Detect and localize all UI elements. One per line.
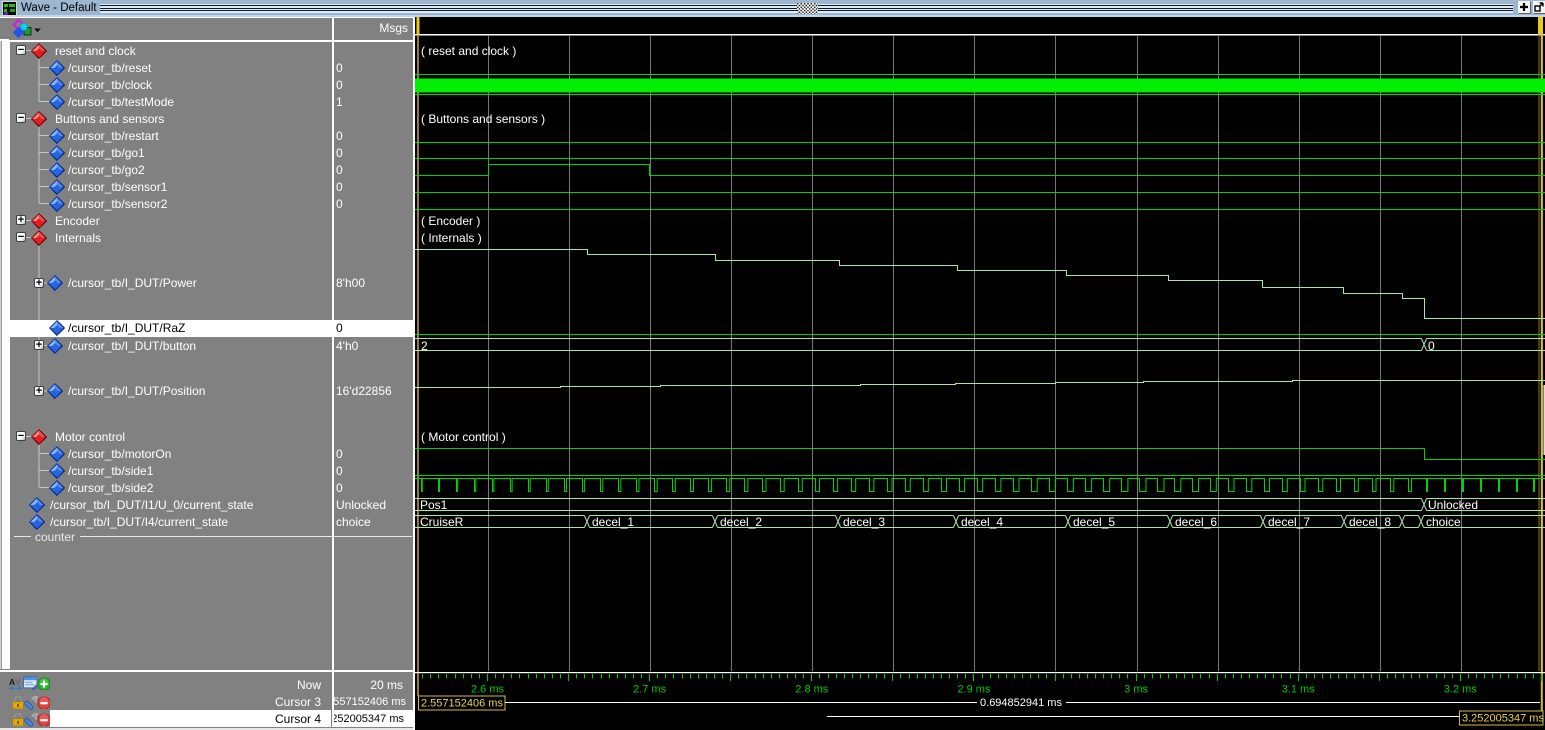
svg-text:decel_5: decel_5 (1073, 515, 1115, 529)
svg-text:0: 0 (1428, 339, 1435, 353)
svg-text:( Encoder ): ( Encoder ) (421, 214, 480, 228)
svg-text:3.2 ms: 3.2 ms (1444, 684, 1478, 696)
svg-text:choice: choice (1426, 515, 1461, 529)
svg-text:2.7 ms: 2.7 ms (633, 684, 667, 696)
svg-text:2.6 ms: 2.6 ms (471, 684, 505, 696)
svg-text:decel_3: decel_3 (843, 515, 885, 529)
svg-text:3 ms: 3 ms (1124, 684, 1148, 696)
svg-text:( Motor control ): ( Motor control ) (421, 430, 506, 444)
svg-text:V: V (15, 677, 21, 687)
svg-text:3.252005347 ms: 3.252005347 ms (1462, 713, 1544, 725)
svg-text:decel_4: decel_4 (961, 515, 1003, 529)
svg-text:3.1 ms: 3.1 ms (1282, 684, 1316, 696)
svg-text:2.9 ms: 2.9 ms (957, 684, 991, 696)
svg-text:2.8 ms: 2.8 ms (795, 684, 829, 696)
svg-text:Pos1: Pos1 (420, 498, 448, 512)
svg-text:0.694852941 ms: 0.694852941 ms (980, 697, 1062, 709)
svg-text:decel_1: decel_1 (592, 515, 634, 529)
svg-text:Unlocked: Unlocked (1428, 498, 1478, 512)
svg-text:decel_2: decel_2 (720, 515, 762, 529)
svg-text:( Internals ): ( Internals ) (421, 231, 482, 245)
svg-text:2.557152406 ms: 2.557152406 ms (421, 698, 503, 710)
svg-text:decel_7: decel_7 (1268, 515, 1310, 529)
svg-text:( Buttons and sensors ): ( Buttons and sensors ) (421, 112, 545, 126)
svg-text:CruiseR: CruiseR (420, 515, 464, 529)
svg-text:decel_6: decel_6 (1175, 515, 1217, 529)
svg-text:2: 2 (421, 339, 428, 353)
svg-text:decel_8: decel_8 (1349, 515, 1391, 529)
svg-text:( reset and clock ): ( reset and clock ) (421, 44, 516, 58)
